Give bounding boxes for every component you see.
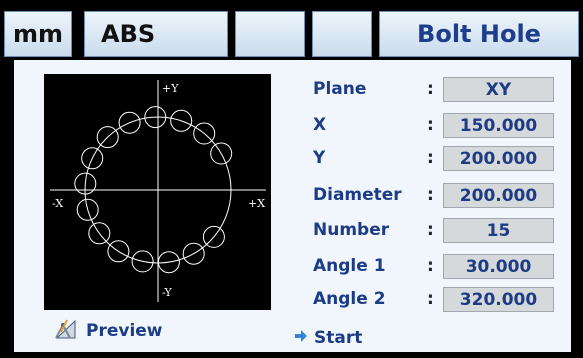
field-colon: : (427, 220, 434, 240)
tab-empty-2[interactable] (312, 11, 372, 57)
field-value-y[interactable]: 200.000 (443, 146, 554, 171)
tab-separator (230, 11, 233, 57)
field-label-number: Number (313, 220, 390, 240)
field-colon: : (427, 115, 434, 135)
tab-separator (307, 11, 310, 57)
preview-label: Preview (86, 321, 163, 341)
tab-separator (74, 11, 77, 57)
tab-empty-1[interactable] (235, 11, 305, 57)
field-label-angle-2: Angle 2 (313, 289, 386, 309)
field-value-number[interactable]: 15 (443, 218, 554, 243)
field-label-diameter: Diameter (313, 185, 402, 205)
tab-separator (374, 11, 377, 57)
arrow-right-icon (294, 328, 308, 348)
minus-y-label: -Y (162, 286, 173, 299)
field-label-angle-1: Angle 1 (313, 256, 386, 276)
field-value-angle-2[interactable]: 320.000 (443, 287, 554, 312)
field-colon: : (427, 289, 434, 309)
field-colon: : (427, 185, 434, 205)
field-value-diameter[interactable]: 200.000 (443, 183, 554, 208)
start-button[interactable]: Start (294, 326, 362, 350)
field-value-plane[interactable]: XY (443, 77, 554, 102)
tab-mode[interactable]: ABS (84, 11, 228, 57)
minus-x-label: -X (52, 197, 63, 210)
field-colon: : (427, 256, 434, 276)
field-value-x[interactable]: 150.000 (443, 113, 554, 138)
bolt-hole-preview: +Y -Y +X -X (44, 74, 271, 310)
tab-bolt-hole[interactable]: Bolt Hole (379, 11, 579, 57)
plus-x-label: +X (248, 197, 265, 210)
plus-y-label: +Y (162, 82, 179, 95)
tab-separator (79, 11, 82, 57)
field-value-angle-1[interactable]: 30.000 (443, 254, 554, 279)
field-colon: : (427, 79, 434, 99)
tab-bar: mm ABS Bolt Hole (0, 0, 583, 60)
compass-ruler-icon (54, 318, 78, 345)
start-label: Start (314, 328, 363, 348)
preview-button[interactable]: Preview (54, 318, 163, 344)
field-label-y: Y (313, 148, 326, 168)
field-colon: : (427, 148, 434, 168)
field-label-x: X (313, 115, 327, 135)
field-label-plane: Plane (313, 79, 367, 99)
tab-unit[interactable]: mm (4, 11, 72, 57)
